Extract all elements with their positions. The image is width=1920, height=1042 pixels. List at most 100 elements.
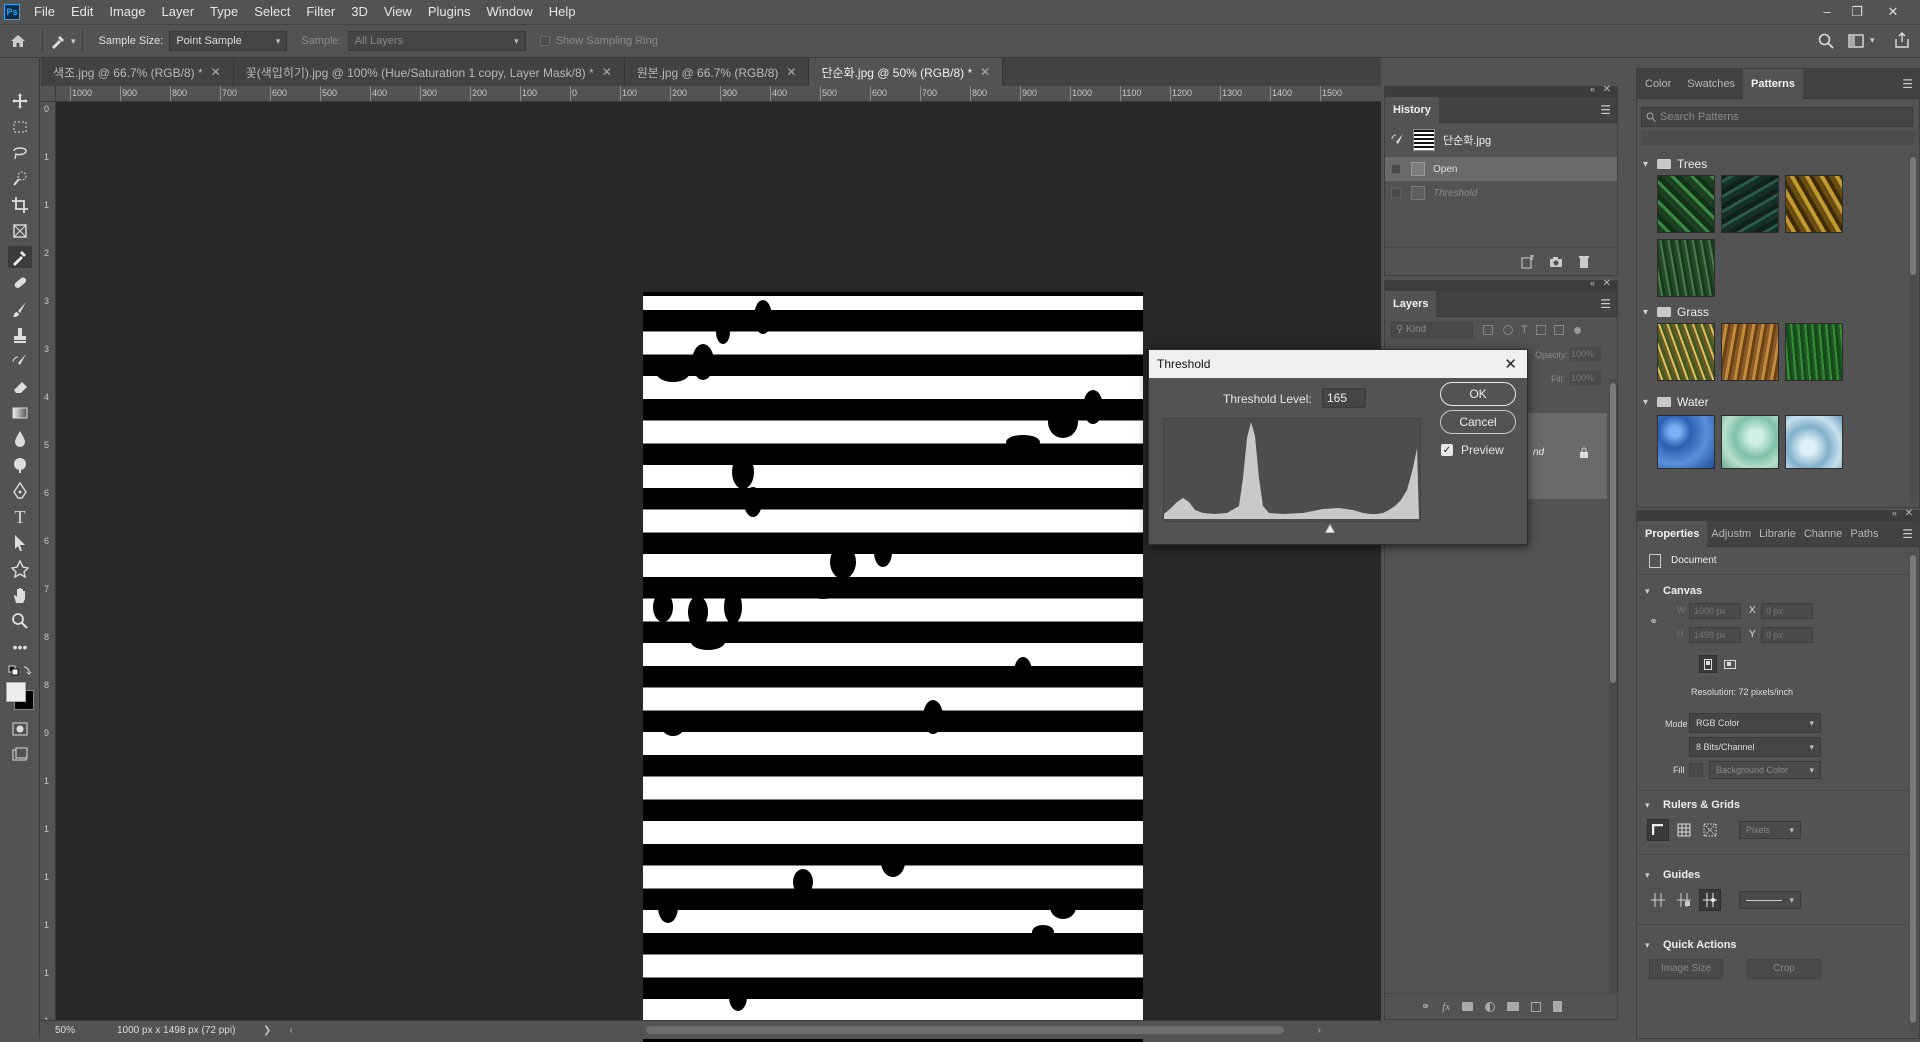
crop-button[interactable]: Crop [1747,959,1821,979]
pattern-swatch-trees-1[interactable] [1657,175,1715,233]
history-state-threshold[interactable]: Threshold [1385,181,1617,205]
pattern-swatch-trees-4[interactable] [1657,239,1715,297]
trash-icon[interactable] [1573,251,1595,273]
properties-scrollbar[interactable] [1909,551,1917,1031]
menu-plugins[interactable]: Plugins [420,0,479,24]
quick-mask-icon[interactable] [8,718,32,740]
close-tab-icon[interactable]: ✕ [980,65,990,79]
doc-tab-2[interactable]: 꽃(색입히기).jpg @ 100% (Hue/Saturation 1 cop… [233,58,625,86]
blur-tool-icon[interactable] [8,428,32,450]
tab-adjustments[interactable]: Adjustm [1707,521,1755,547]
layers-scrollbar[interactable] [1609,379,1617,994]
search-icon[interactable] [1818,33,1834,52]
quick-selection-tool-icon[interactable] [8,168,32,190]
rulers-grids-section-header[interactable]: ▾ Rulers & Grids [1637,795,1919,815]
layer-kind-filter[interactable]: ⚲ Kind [1391,322,1473,338]
horizontal-scrollbar-thumb[interactable] [646,1026,1284,1034]
pattern-swatch-water-2[interactable] [1721,415,1779,469]
menu-help[interactable]: Help [541,0,584,24]
brush-tool-icon[interactable] [8,298,32,320]
folder-water[interactable]: ▾ Water [1637,391,1919,413]
menu-file[interactable]: File [26,0,63,24]
restore-icon[interactable]: ❐ [1842,0,1872,24]
frame-tool-icon[interactable] [8,220,32,242]
filter-type-icon[interactable]: T [1521,324,1528,336]
x-field[interactable]: 0 px [1761,603,1813,619]
portrait-orientation-icon[interactable] [1699,655,1717,673]
eyedropper-tool-icon[interactable] [8,246,32,268]
units-select[interactable]: Pixels ▾ [1739,821,1801,839]
search-patterns-field[interactable]: Search Patterns [1641,107,1913,127]
close-tab-icon[interactable]: ✕ [786,65,796,79]
tab-paths[interactable]: Paths [1846,521,1882,547]
lasso-tool-icon[interactable] [8,142,32,164]
eyedropper-tool-preset-icon[interactable]: ▾ [49,33,76,49]
default-colors-icon[interactable] [8,664,32,678]
zoom-tool-icon[interactable] [8,610,32,632]
panel-menu-icon[interactable]: ☰ [1600,297,1611,311]
eraser-tool-icon[interactable] [8,376,32,398]
doc-tab-1[interactable]: 색조.jpg @ 66.7% (RGB/8) * ✕ [41,58,234,86]
gradient-tool-icon[interactable] [8,402,32,424]
close-tab-icon[interactable]: ✕ [602,65,612,79]
quick-actions-section-header[interactable]: ▾ Quick Actions [1637,935,1919,955]
pixel-grid-toggle-icon[interactable] [1699,819,1721,841]
menu-image[interactable]: Image [101,0,153,24]
panel-menu-icon[interactable]: ☰ [1600,103,1611,117]
pattern-swatch-grass-2[interactable] [1721,323,1779,381]
panel-menu-icon[interactable]: ☰ [1902,527,1913,541]
home-icon[interactable] [0,34,36,48]
history-collapse-bar[interactable]: « ✕ [1385,84,1617,97]
pattern-swatch-grass-3[interactable] [1785,323,1843,381]
menu-window[interactable]: Window [478,0,540,24]
foreground-color-swatch[interactable] [6,682,26,702]
patterns-scrollbar[interactable] [1909,153,1917,503]
bit-depth-select[interactable]: 8 Bits/Channel ▾ [1689,737,1821,757]
pattern-swatch-water-3[interactable] [1785,415,1843,469]
doc-tab-3[interactable]: 원본.jpg @ 66.7% (RGB/8) ✕ [624,58,810,86]
panel-menu-icon[interactable]: ☰ [1902,77,1913,91]
close-window-icon[interactable]: ✕ [1878,0,1908,24]
properties-collapse-bar[interactable]: « ✕ [1637,508,1919,521]
mode-select[interactable]: RGB Color ▾ [1689,713,1821,733]
minimize-icon[interactable]: – [1812,0,1842,24]
more-tools-icon[interactable]: ••• [8,636,32,658]
image-size-button[interactable]: Image Size [1649,959,1723,979]
filter-shape-icon[interactable] [1535,325,1546,335]
preview-checkbox[interactable]: ✓ Preview [1441,443,1504,457]
filter-adjustment-icon[interactable] [1503,325,1513,335]
ruler-vertical[interactable]: 01123345667889111111 [41,102,56,1026]
tab-patterns[interactable]: Patterns [1743,68,1804,99]
tab-history[interactable]: History [1385,96,1439,123]
canvas-section-header[interactable]: ▾ Canvas [1637,581,1919,601]
menu-view[interactable]: View [376,0,420,24]
group-folder-icon[interactable] [1507,1002,1520,1011]
tab-layers[interactable]: Layers [1385,290,1437,317]
zoom-level[interactable]: 50% [55,1025,105,1036]
opacity-field[interactable]: 100% [1569,347,1601,361]
history-brush-checkbox[interactable] [1391,188,1401,198]
type-tool-icon[interactable]: T [8,506,32,528]
menu-filter[interactable]: Filter [298,0,343,24]
ok-button[interactable]: OK [1440,382,1516,406]
dodge-tool-icon[interactable] [8,454,32,476]
link-dimensions-icon[interactable]: ⚭ [1649,615,1658,628]
close-panel-icon[interactable]: ✕ [1905,508,1913,519]
filter-pixel-icon[interactable] [1483,325,1493,335]
screen-mode-icon[interactable] [8,744,32,766]
fx-icon[interactable]: fx [1442,1001,1450,1013]
history-brush-tool-icon[interactable] [8,350,32,372]
guide-style-select[interactable]: ▾ [1739,891,1801,909]
canvas-area[interactable] [56,102,1381,1042]
add-mask-icon[interactable] [1462,1002,1474,1011]
tab-channels[interactable]: Channe [1800,521,1847,547]
menu-layer[interactable]: Layer [154,0,203,24]
history-state-open[interactable]: Open [1385,157,1617,181]
new-layer-icon[interactable] [1531,1001,1542,1012]
hand-tool-icon[interactable] [8,584,32,606]
document-image[interactable] [643,292,1143,1042]
landscape-orientation-icon[interactable] [1721,655,1739,673]
chevron-down-icon[interactable]: ▾ [1870,35,1875,46]
history-brush-checkbox[interactable] [1391,164,1401,174]
close-panel-icon[interactable]: ✕ [1603,84,1611,95]
